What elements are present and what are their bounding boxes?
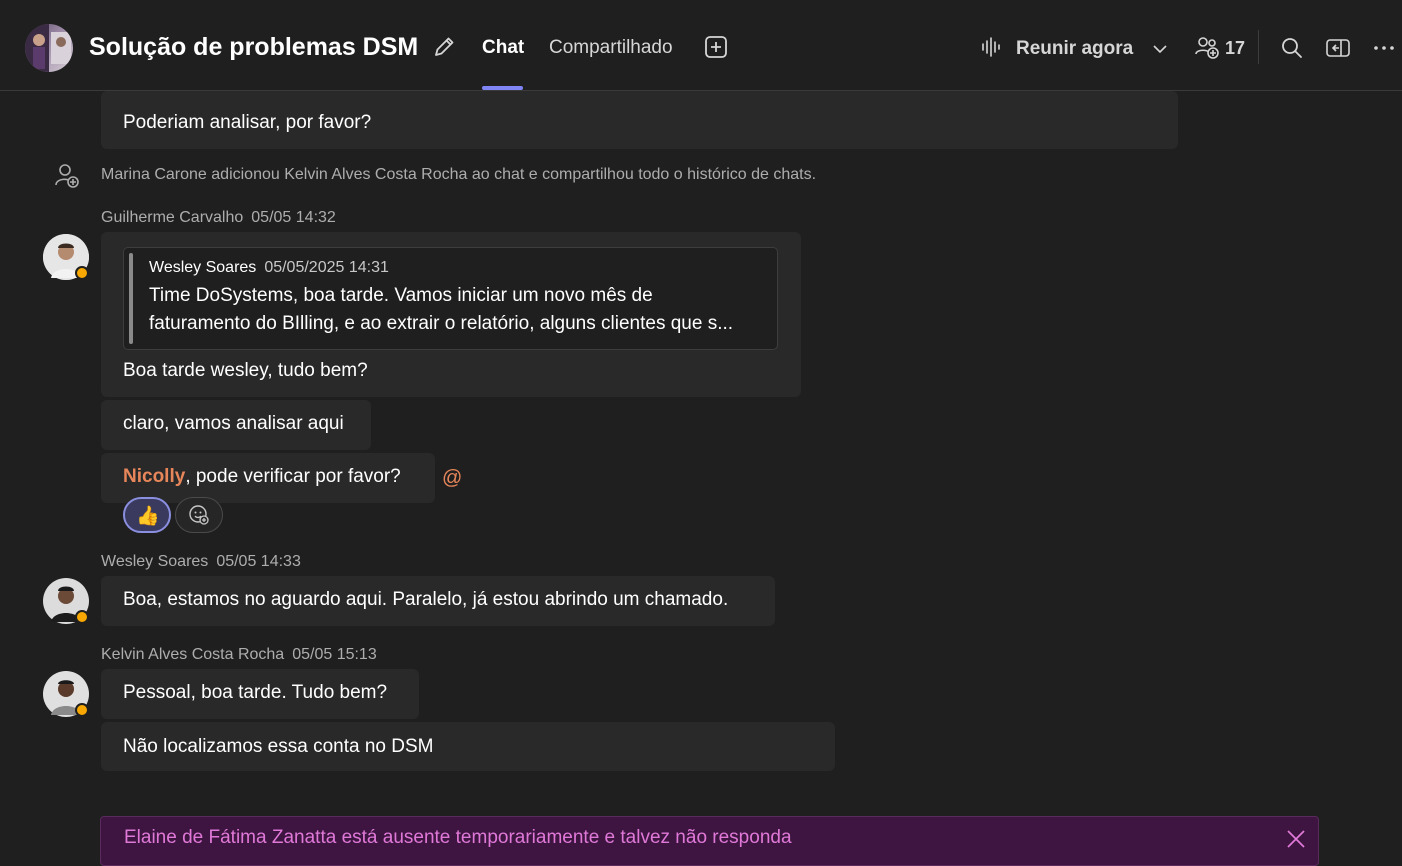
quote-author: Wesley Soares (149, 259, 257, 276)
message-time: 05/05 15:13 (292, 646, 377, 663)
message-sender: Kelvin Alves Costa Rocha 05/05 15:13 (101, 646, 377, 664)
message-text: Boa, estamos no aguardo aqui. Paralelo, … (123, 589, 729, 610)
message-sender: Wesley Soares 05/05 14:33 (101, 553, 301, 571)
message-bubble[interactable]: Nicolly, pode verificar por favor? (101, 453, 435, 503)
sender-name: Guilherme Carvalho (101, 209, 244, 226)
quote-header: Wesley Soares 05/05/2025 14:31 (149, 259, 389, 277)
chat-title: Solução de problemas DSM (89, 33, 419, 61)
message-time: 05/05 14:33 (216, 553, 301, 570)
add-reaction-icon (189, 505, 209, 525)
meet-now-button[interactable]: Reunir agora (1016, 38, 1133, 60)
mention-icon: @ (442, 467, 463, 489)
banner-text: Elaine de Fátima Zanatta está ausente te… (124, 827, 792, 848)
more-icon[interactable] (1371, 35, 1397, 61)
meet-now-icon[interactable] (980, 35, 1004, 59)
quote-bar (129, 253, 133, 344)
quoted-message[interactable]: Wesley Soares 05/05/2025 14:31 Time DoSys… (123, 247, 778, 350)
quote-time: 05/05/2025 14:31 (264, 259, 389, 276)
message-text-rest: , pode verificar por favor? (185, 466, 401, 487)
message-text: Nicolly, pode verificar por favor? (123, 466, 401, 488)
group-avatar[interactable] (25, 24, 73, 72)
add-person-icon (55, 164, 79, 188)
people-icon[interactable] (1193, 33, 1221, 61)
status-away-badge (75, 703, 89, 717)
quote-text-line: faturamento do BIlling, e ao extrair o r… (149, 313, 734, 334)
status-away-badge (75, 266, 89, 280)
tab-shared[interactable]: Compartilhado (549, 37, 673, 59)
header-divider (1258, 30, 1259, 64)
chevron-down-icon[interactable] (1150, 39, 1170, 59)
mention[interactable]: Nicolly (123, 466, 185, 487)
status-away-badge (75, 610, 89, 624)
message-bubble[interactable]: Não localizamos essa conta no DSM (101, 722, 835, 771)
message-text: Poderiam analisar, por favor? (123, 112, 372, 133)
chat-header: Solução de problemas DSM Chat Compartilh… (0, 0, 1402, 91)
reaction-like[interactable]: 👍 (123, 497, 171, 533)
message-text: Não localizamos essa conta no DSM (123, 736, 434, 757)
edit-icon[interactable] (430, 33, 458, 61)
sender-name: Kelvin Alves Costa Rocha (101, 646, 285, 663)
quote-text-line: Time DoSystems, boa tarde. Vamos iniciar… (149, 285, 653, 306)
tab-chat[interactable]: Chat (482, 37, 524, 59)
message-text: claro, vamos analisar aqui (123, 413, 344, 434)
add-tab-icon[interactable] (703, 34, 729, 60)
active-tab-indicator (482, 86, 523, 90)
participants-count[interactable]: 17 (1225, 38, 1245, 59)
sender-name: Wesley Soares (101, 553, 209, 570)
close-icon[interactable] (1286, 829, 1306, 849)
message-text: Pessoal, boa tarde. Tudo bem? (123, 682, 388, 703)
away-banner: Elaine de Fátima Zanatta está ausente te… (100, 816, 1319, 866)
message-bubble[interactable]: claro, vamos analisar aqui (101, 400, 371, 450)
like-icon: 👍 (136, 506, 160, 527)
message-text: Boa tarde wesley, tudo bem? (123, 360, 368, 381)
message-bubble[interactable]: Boa, estamos no aguardo aqui. Paralelo, … (101, 576, 775, 626)
message-sender: Guilherme Carvalho 05/05 14:32 (101, 209, 336, 227)
message-bubble[interactable]: Pessoal, boa tarde. Tudo bem? (101, 669, 419, 719)
search-icon[interactable] (1279, 35, 1305, 61)
message-bubble[interactable]: Poderiam analisar, por favor? (101, 91, 1178, 149)
system-message: Marina Carone adicionou Kelvin Alves Cos… (101, 166, 817, 183)
add-reaction-button[interactable] (175, 497, 223, 533)
popout-icon[interactable] (1325, 35, 1351, 61)
message-time: 05/05 14:32 (251, 209, 336, 226)
